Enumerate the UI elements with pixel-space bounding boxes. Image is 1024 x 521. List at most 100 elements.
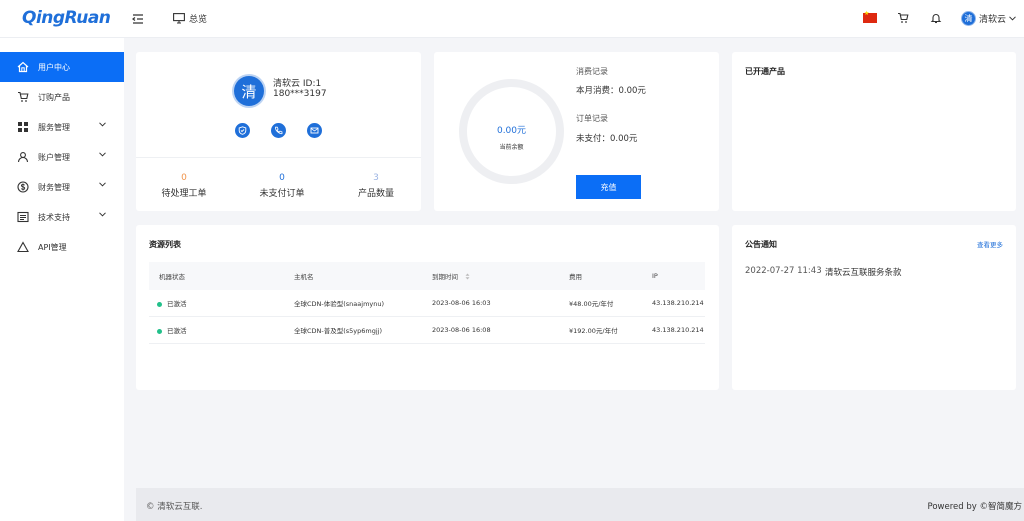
sidebar-item-label: 订购产品 xyxy=(38,92,70,102)
status-dot xyxy=(157,328,162,334)
user-name: 清软云 xyxy=(979,15,1007,25)
sidebar-item-user-center[interactable]: 用户中心 xyxy=(0,52,124,82)
row-expire: 2023-08-06 16:03 xyxy=(432,299,491,307)
shield-icon xyxy=(238,126,247,135)
user-phone: 180***3197 xyxy=(273,89,327,99)
chevron-down-icon xyxy=(99,152,106,157)
sidebar-item-label: 技术支持 xyxy=(38,212,70,222)
chevron-down-icon xyxy=(99,122,106,127)
sidebar: 用户中心 订购产品 服务管理 账户管理 财务管理 技术支持 API管理 xyxy=(0,38,124,521)
resources-table: 机器状态 主机名 到期时间 费用 IP 已激活 全球CDN-体验型(snaajm… xyxy=(149,262,705,344)
footer: © 清软云互联. Powered by ©智简魔方 xyxy=(136,488,1024,521)
consumption-title: 消费记录 xyxy=(576,67,608,76)
cart-icon[interactable] xyxy=(897,12,909,24)
footer-powered-by[interactable]: Powered by ©智简魔方 xyxy=(928,500,1022,512)
col-ip: IP xyxy=(652,272,658,280)
table-row[interactable]: 已激活 全球CDN-体验型(snaajmynu) 2023-08-06 16:0… xyxy=(149,290,705,317)
china-flag-icon[interactable] xyxy=(863,10,877,23)
row-status: 已激活 xyxy=(157,325,187,335)
table-header: 机器状态 主机名 到期时间 费用 IP xyxy=(149,262,705,290)
profile-card: 清 清软云 ID:1 180***3197 0 待处理工单 0 未支付订单 3 … xyxy=(136,52,421,211)
footer-copyright: © 清软云互联. xyxy=(146,502,203,512)
monitor-icon xyxy=(173,13,185,24)
row-fee: ¥48.00元/年付 xyxy=(569,300,614,308)
phone-button[interactable] xyxy=(271,123,286,138)
sidebar-item-label: 财务管理 xyxy=(38,182,70,192)
sidebar-item-service-management[interactable]: 服务管理 xyxy=(0,112,124,142)
overview-label: 总览 xyxy=(189,15,208,25)
sidebar-item-label: 用户中心 xyxy=(38,62,70,72)
stat-value: 0 xyxy=(181,173,187,183)
user-icon xyxy=(17,152,29,163)
mail-icon xyxy=(310,127,319,134)
view-more-link[interactable]: 查看更多 xyxy=(977,239,1003,249)
menu-collapse-icon[interactable] xyxy=(131,12,145,26)
status-dot xyxy=(157,301,162,307)
balance-ring: 0.00元 当前余额 xyxy=(459,79,564,184)
user-name-id: 清软云 ID:1 xyxy=(273,79,322,89)
triangle-icon xyxy=(17,241,29,253)
user-avatar[interactable]: 清 xyxy=(234,76,264,106)
email-button[interactable] xyxy=(307,123,322,138)
row-host[interactable]: 全球CDN-普及型(s5yp6mgjj) xyxy=(294,325,382,335)
avatar: 清 xyxy=(961,11,976,26)
row-host[interactable]: 全球CDN-体验型(snaajmynu) xyxy=(294,298,384,308)
col-host: 主机名 xyxy=(294,273,314,281)
dollar-icon xyxy=(17,181,29,193)
grid-icon xyxy=(18,122,28,132)
list-icon xyxy=(17,211,29,223)
sort-icon[interactable] xyxy=(465,273,470,280)
stat-product-count[interactable]: 3 产品数量 xyxy=(331,173,421,199)
row-ip: 43.138.210.214 xyxy=(652,326,704,334)
sidebar-item-tech-support[interactable]: 技术支持 xyxy=(0,202,124,232)
sidebar-item-finance-management[interactable]: 财务管理 xyxy=(0,172,124,202)
sidebar-item-label: API管理 xyxy=(38,242,67,252)
user-menu[interactable]: 清 清软云 xyxy=(961,11,1016,26)
chevron-down-icon xyxy=(99,212,106,217)
products-card: 已开通产品 xyxy=(732,52,1016,211)
top-bar: QingRuan 总览 清 清软云 xyxy=(0,0,1024,38)
stat-value: 0 xyxy=(279,173,285,183)
balance-label: 当前余额 xyxy=(499,144,524,151)
col-fee: 费用 xyxy=(569,273,582,281)
stat-label: 未支付订单 xyxy=(259,189,305,199)
stat-label: 产品数量 xyxy=(357,189,394,199)
notice-card: 公告通知 查看更多 2022-07-27 11:43 清软云互联服务条款 xyxy=(732,225,1016,390)
stat-unpaid-orders[interactable]: 0 未支付订单 xyxy=(237,173,327,199)
notice-item-link[interactable]: 清软云互联服务条款 xyxy=(825,266,902,278)
sidebar-item-api-management[interactable]: API管理 xyxy=(0,232,124,262)
resources-title: 资源列表 xyxy=(149,240,181,249)
divider xyxy=(136,157,421,158)
sidebar-item-label: 账户管理 xyxy=(38,152,70,162)
overview-nav[interactable]: 总览 xyxy=(173,12,207,25)
order-value: 未支付：0.00元 xyxy=(576,134,638,144)
home-icon xyxy=(17,61,29,73)
balance-card: 0.00元 当前余额 消费记录 本月消费：0.00元 订单记录 未支付：0.00… xyxy=(434,52,719,211)
row-expire: 2023-08-06 16:08 xyxy=(432,326,491,334)
order-title: 订单记录 xyxy=(576,114,608,123)
stat-pending-tickets[interactable]: 0 待处理工单 xyxy=(139,173,229,199)
row-status: 已激活 xyxy=(157,298,187,308)
logo[interactable]: QingRuan xyxy=(22,8,111,28)
chevron-down-icon xyxy=(99,182,106,187)
bell-icon[interactable] xyxy=(930,12,942,24)
row-fee: ¥192.00元/年付 xyxy=(569,327,618,335)
chevron-down-icon xyxy=(1009,16,1016,21)
table-row[interactable]: 已激活 全球CDN-普及型(s5yp6mgjj) 2023-08-06 16:0… xyxy=(149,317,705,344)
sidebar-item-order-products[interactable]: 订购产品 xyxy=(0,82,124,112)
sidebar-item-account-management[interactable]: 账户管理 xyxy=(0,142,124,172)
stat-value: 3 xyxy=(373,173,379,183)
consumption-value: 本月消费：0.00元 xyxy=(576,86,646,96)
recharge-button[interactable]: 充值 xyxy=(576,175,641,199)
balance-amount: 0.00元 xyxy=(496,126,527,136)
phone-icon xyxy=(275,126,283,135)
resources-card: 资源列表 机器状态 主机名 到期时间 费用 IP 已激活 全球CDN-体验型(s… xyxy=(136,225,719,390)
col-status: 机器状态 xyxy=(159,273,185,281)
status-text: 已激活 xyxy=(167,327,187,335)
sidebar-item-label: 服务管理 xyxy=(38,122,70,132)
col-expire[interactable]: 到期时间 xyxy=(432,271,458,281)
verify-button[interactable] xyxy=(235,123,250,138)
notice-date: 2022-07-27 11:43 xyxy=(745,266,822,276)
notice-title: 公告通知 xyxy=(745,240,777,249)
stat-label: 待处理工单 xyxy=(161,189,207,199)
